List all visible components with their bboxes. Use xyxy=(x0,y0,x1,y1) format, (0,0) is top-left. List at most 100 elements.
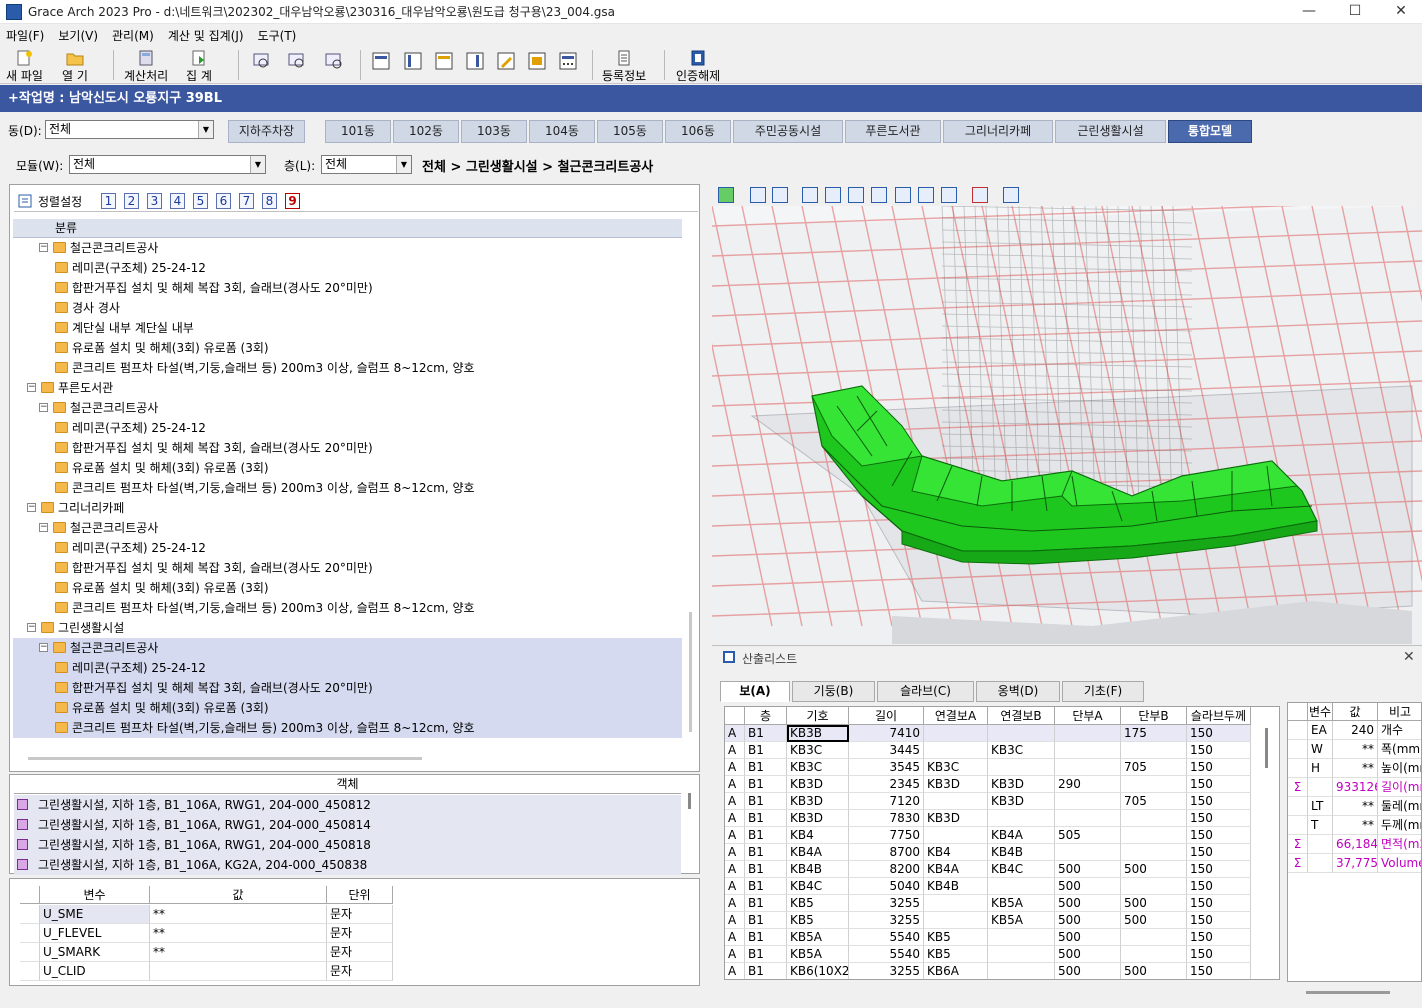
tree-item[interactable]: − 그린생활시설 xyxy=(13,618,682,638)
menu-manage[interactable]: 관리(M) xyxy=(106,27,162,44)
open-button[interactable]: 열 기 xyxy=(62,50,88,84)
cube-back-icon[interactable] xyxy=(825,187,841,203)
registration-info-button[interactable]: 등록정보 xyxy=(602,50,646,84)
var-cell[interactable]: 문자 xyxy=(327,905,393,924)
calc-cell[interactable]: B1 xyxy=(745,725,787,742)
tree-item[interactable]: 유로폼 설치 및 해체(3회) 유로폼 (3회) xyxy=(13,458,682,478)
cube-iso-icon[interactable] xyxy=(941,187,957,203)
calc-cell[interactable]: 7750 xyxy=(849,827,924,844)
calc-cell[interactable]: A xyxy=(725,725,745,742)
calc-cell[interactable]: B1 xyxy=(745,963,787,979)
object-scrollbar[interactable] xyxy=(688,793,691,809)
module-select[interactable]: 전체 ▼ xyxy=(69,155,266,174)
floor-select[interactable]: 전체 ▼ xyxy=(321,155,412,174)
calc-cell[interactable] xyxy=(1121,827,1187,844)
calc-cell[interactable] xyxy=(1121,810,1187,827)
tree-item[interactable]: − 철근콘크리트공사 xyxy=(13,638,682,658)
zoom-icon[interactable] xyxy=(288,52,306,70)
calc-cell[interactable]: A xyxy=(725,759,745,776)
calc-cell[interactable] xyxy=(988,725,1055,742)
calc-cell[interactable]: A xyxy=(725,776,745,793)
export-icon[interactable] xyxy=(718,187,734,203)
calc-cell[interactable]: KB5 xyxy=(924,946,988,963)
calc-cell[interactable]: KB6A xyxy=(924,963,988,979)
calc-cell[interactable]: 7830 xyxy=(849,810,924,827)
calc-cell[interactable]: 150 xyxy=(1187,946,1251,963)
tree-item[interactable]: 경사 경사 xyxy=(13,298,682,318)
calc-cell[interactable]: KB5 xyxy=(924,929,988,946)
object-row[interactable]: 그린생활시설, 지하 1층, B1_106A, RWG1, 204-000_45… xyxy=(14,815,681,835)
calc-cell[interactable]: A xyxy=(725,861,745,878)
calc-cell[interactable]: 150 xyxy=(1187,725,1251,742)
calc-cell[interactable]: KB6(10X20 xyxy=(787,963,849,979)
calc-button[interactable]: 계산처리 xyxy=(124,50,168,84)
calc-cell[interactable]: 150 xyxy=(1187,827,1251,844)
calc-cell[interactable]: 290 xyxy=(1055,776,1121,793)
calc-cell[interactable] xyxy=(1121,844,1187,861)
calc-cell[interactable] xyxy=(988,878,1055,895)
tree-item[interactable]: 합판거푸집 설치 및 해체 복잡 3회, 슬래브(경사도 20°미만) xyxy=(13,278,682,298)
calc-cell[interactable]: A xyxy=(725,793,745,810)
calc-cell[interactable]: 500 xyxy=(1121,895,1187,912)
calc-cell[interactable] xyxy=(924,912,988,929)
summary-value[interactable]: ** xyxy=(1333,816,1378,835)
calc-cell[interactable]: KB4 xyxy=(924,844,988,861)
calc-cell[interactable]: B1 xyxy=(745,878,787,895)
tree-item[interactable]: 계단실 내부 계단실 내부 xyxy=(13,318,682,338)
calc-cell[interactable]: KB4B xyxy=(924,878,988,895)
collapse-toggle-icon[interactable]: − xyxy=(27,503,36,512)
calc-cell[interactable]: B1 xyxy=(745,946,787,963)
dong-select[interactable]: 전체 ▼ xyxy=(45,120,214,139)
calc-cell[interactable] xyxy=(988,759,1055,776)
collapse-toggle-icon[interactable]: − xyxy=(27,383,36,392)
calc-cell[interactable]: B1 xyxy=(745,929,787,946)
tree-item[interactable]: − 철근콘크리트공사 xyxy=(13,518,682,538)
calc-cell[interactable]: B1 xyxy=(745,793,787,810)
calc-cell[interactable] xyxy=(1055,742,1121,759)
summary-value[interactable]: ** xyxy=(1333,797,1378,816)
tree-scrollbar[interactable] xyxy=(689,612,692,732)
calc-cell[interactable]: KB5A xyxy=(988,895,1055,912)
summary-var[interactable]: H xyxy=(1308,759,1333,778)
cube-front-icon[interactable] xyxy=(802,187,818,203)
tree-item[interactable]: − 푸른도서관 xyxy=(13,378,682,398)
wall-view-icon[interactable] xyxy=(466,52,484,70)
calc-cell[interactable]: KB4B xyxy=(988,844,1055,861)
tab-105[interactable]: 105동 xyxy=(597,120,663,143)
tree-item[interactable]: 레미콘(구조체) 25-24-12 xyxy=(13,538,682,558)
beam-view-icon[interactable] xyxy=(435,52,453,70)
calc-cell[interactable]: KB3D xyxy=(787,776,849,793)
var-row-selector[interactable] xyxy=(20,943,40,962)
sort-level-8-button[interactable]: 8 xyxy=(262,193,277,209)
calc-cell[interactable]: KB5A xyxy=(988,912,1055,929)
grid-view-icon[interactable] xyxy=(372,52,390,70)
calc-cell[interactable]: KB3C xyxy=(787,742,849,759)
tree-item[interactable]: 콘크리트 펌프차 타설(벽,기둥,슬래브 등) 200m3 이상, 슬럼프 8~… xyxy=(13,478,682,498)
calc-cell[interactable]: KB4A xyxy=(988,827,1055,844)
menu-calc[interactable]: 계산 및 집계(J) xyxy=(162,27,252,44)
calc-cell[interactable]: 500 xyxy=(1055,861,1121,878)
tree-item[interactable]: 콘크리트 펌프차 타설(벽,기둥,슬래브 등) 200m3 이상, 슬럼프 8~… xyxy=(13,358,682,378)
calc-cell[interactable] xyxy=(924,793,988,810)
tree-item[interactable]: 합판거푸집 설치 및 해체 복잡 3회, 슬래브(경사도 20°미만) xyxy=(13,558,682,578)
calc-cell[interactable] xyxy=(924,725,988,742)
tree-item[interactable]: − 철근콘크리트공사 xyxy=(13,398,682,418)
var-cell[interactable]: 문자 xyxy=(327,943,393,962)
calc-cell[interactable]: 7410 xyxy=(849,725,924,742)
var-row-selector[interactable] xyxy=(20,962,40,981)
tree-item[interactable]: 레미콘(구조체) 25-24-12 xyxy=(13,658,682,678)
calc-cell[interactable]: KB3D xyxy=(924,776,988,793)
calc-cell[interactable]: KB3D xyxy=(988,776,1055,793)
sort-level-3-button[interactable]: 3 xyxy=(147,193,162,209)
calc-cell[interactable] xyxy=(924,827,988,844)
tree-item[interactable]: 콘크리트 펌프차 타설(벽,기둥,슬래브 등) 200m3 이상, 슬럼프 8~… xyxy=(13,598,682,618)
calc-cell[interactable]: B1 xyxy=(745,895,787,912)
cloud-icon[interactable] xyxy=(1003,187,1019,203)
summary-var[interactable]: LT xyxy=(1308,797,1333,816)
calc-cell[interactable]: KB4A xyxy=(924,861,988,878)
tree-hscrollbar[interactable] xyxy=(28,757,422,760)
calc-cell[interactable]: 8200 xyxy=(849,861,924,878)
calc-cell[interactable]: KB3C xyxy=(787,759,849,776)
menu-view[interactable]: 보기(V) xyxy=(52,27,106,44)
tree-item[interactable]: 레미콘(구조체) 25-24-12 xyxy=(13,418,682,438)
